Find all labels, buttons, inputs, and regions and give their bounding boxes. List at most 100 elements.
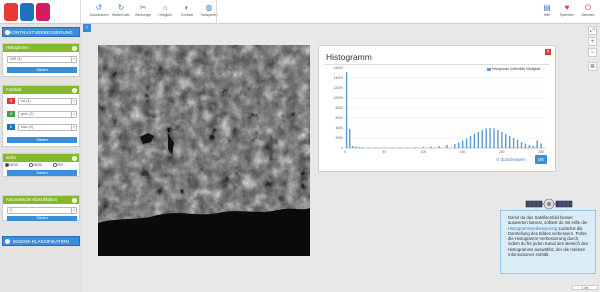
layers-icon[interactable]: ≣ [588,62,597,71]
histogram-bar [509,136,511,148]
histogram-bar [485,128,487,148]
histogram-bar [349,129,351,148]
histogram-chart[interactable]: 0 2000 4000 6000 8000 10000 12000 14000 16000 0 50… [319,46,557,173]
index-radio-ndvi[interactable]: NDVI [5,163,18,168]
help-button[interactable]: ▤ Hilfe [536,2,558,22]
histogram-bar [469,136,472,148]
histogram-bar [501,132,503,148]
power-button[interactable]: ⏻ Beenden [577,2,599,22]
panel-title: Automatische Klassifikation i [3,196,79,204]
legend-label: Histogramm (Intensität) Häufigkeit [492,67,541,71]
channel-select-r[interactable]: rot (4) ▾ [18,98,77,105]
app-logo [4,3,50,21]
info-icon [5,30,10,35]
info-icon: i [72,197,77,203]
help-link[interactable]: Histogrammverbesserung [508,226,557,231]
info-icon [5,239,10,244]
y-tick-label: 4000 [335,126,343,130]
toolbar-separator [80,0,81,24]
histogram-bar [446,145,448,148]
collapse-sidebar-button[interactable]: ‹ [83,24,91,32]
satellite-image[interactable] [98,45,310,256]
radio-circle [53,163,57,167]
contrast-enhancement-button[interactable]: KONTRASTVERBESSERUNG [2,27,80,37]
reset-histogram-link[interactable]: ↺ Zurücksetzen [496,157,526,162]
index-start-button[interactable]: Starten [7,170,77,176]
panel-title: Farbbild i [3,86,79,94]
histogram-bar [536,140,538,148]
y-tick-label: 2000 [335,136,343,140]
histogram-bar [489,128,491,148]
satellite-image-graphic [98,45,310,256]
info-icon: i [72,45,77,51]
transparency-button[interactable]: ◍ Transparenz [196,2,222,22]
histogram-panel: Histogramm i NIR (4) ▾ Starten [2,43,80,77]
transparency-icon: ◍ [205,3,213,12]
classification-panel-title: Automatische Klassifikation [6,197,57,202]
histogram-bar [430,146,432,148]
legend-swatch [487,67,491,71]
histogram-bar [532,146,534,148]
help-icon: ▤ [543,3,551,12]
radio-circle [29,163,33,167]
info-icon: i [72,87,77,93]
histogram-bar [358,147,360,148]
top-toolbar: ↺ Zurücksetzen ↻ Wiederholen ✂ Werkzeuge ☼ Hell… [0,0,600,24]
chevron-down-icon: ▾ [71,112,76,117]
histogram-bar [520,142,523,148]
histogram-bar [540,143,542,148]
colorimage-panel-title: Farbbild [6,87,22,92]
channel-key-g: G [7,111,15,117]
help-text: Damit du das Satellitenbild besser auswe… [508,215,588,226]
channel-key-r: R [7,98,15,104]
histogram-bar [399,147,401,148]
channel-select-g[interactable]: grün (2) ▾ [18,111,77,118]
toolbar-separator [216,0,217,24]
histogram-bar [461,140,464,148]
chevron-down-icon: ▾ [71,208,76,213]
zoom-out-button[interactable]: − [588,48,597,57]
index-radio-ndsi[interactable]: NDSI [29,163,42,168]
histogram-bar [524,143,527,148]
fullscreen-icon[interactable]: ⤢ [588,26,597,35]
histogram-bar [516,140,519,148]
colorimage-start-button[interactable]: Starten [7,137,77,143]
y-tick-label: 10000 [334,96,344,100]
colorimage-panel: Farbbild i Rrot (4) ▾ Ggrün (2) ▾ Bblau (2) ▾… [2,85,80,147]
classification-panel: Automatische Klassifikation i 6 ▾ Starte… [2,195,80,221]
ok-button[interactable]: OK [535,155,547,164]
x-tick-label: 250 [538,150,544,154]
chart-legend: Histogramm (Intensität) Häufigkeit [487,67,540,71]
x-tick-label: 150 [460,150,466,154]
classification-start-button[interactable]: Starten [7,216,77,221]
histogram-bar [355,146,357,148]
channel-select-b[interactable]: blau (2) ▾ [18,124,77,131]
histogram-bar [512,138,515,148]
radio-circle [5,163,9,167]
panel-title: Histogramm i [3,44,79,52]
x-tick-label: 50 [382,150,386,154]
class-count-select[interactable]: 6 ▾ [7,207,77,214]
y-tick-label: 12000 [334,86,344,90]
help-text: zunächst die Darstellung des Bildes verb… [508,225,589,258]
y-tick-label: 0 [341,146,343,150]
own-classification-button[interactable]: EIGENE KLASSIFIKATION [2,236,80,246]
index-panel-title: Index [6,155,17,160]
help-panel: Damit du das Satellitenbild besser auswe… [500,210,596,274]
y-tick-label: 8000 [335,106,343,110]
histogram-bar [505,134,507,148]
histogram-channel-select[interactable]: NIR (4) ▾ [7,56,77,63]
zoom-in-button[interactable]: + [588,37,597,46]
chevron-down-icon: ▾ [71,125,76,130]
histogram-bar [477,132,480,148]
save-button[interactable]: ♥ Speichern [556,2,578,22]
histogram-bar [458,142,460,148]
y-tick-label: 14000 [334,76,344,80]
histogram-bar [383,147,385,148]
histogram-bar [438,146,440,148]
index-radio-rvi[interactable]: RVI [53,163,63,168]
scale-indicator: 1 km [572,285,598,290]
histogram-start-button[interactable]: Starten [7,67,77,73]
histogram-bar [407,147,409,148]
histogram-bar [528,145,531,148]
